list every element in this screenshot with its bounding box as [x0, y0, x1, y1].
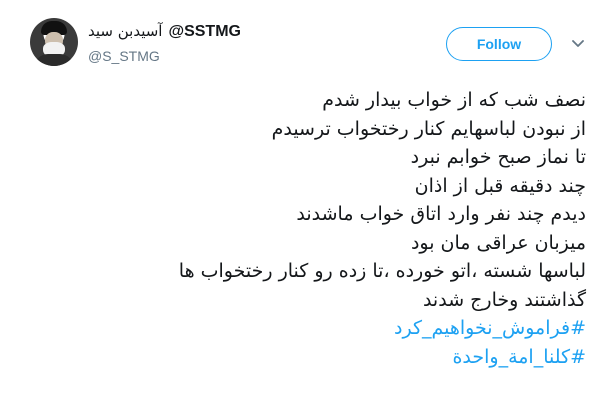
author-display-name[interactable]: آسیدبن سید [88, 22, 162, 40]
avatar[interactable] [30, 18, 78, 66]
follow-button[interactable]: Follow [446, 27, 552, 61]
tweet-line: گذاشتند وخارج شدند [422, 288, 586, 311]
author-name-row[interactable]: آسیدبن سید @SSTMG [88, 22, 388, 46]
tweet-text: نصف شب که از خواب بیدار شدم از نبودن لبا… [26, 86, 586, 371]
author-info[interactable]: آسیدبن سید @SSTMG @S_STMG [88, 22, 388, 64]
tweet-line: میزبان عراقی مان بود [410, 231, 586, 254]
tweet-line: از نبودن لباسهایم کنار رختخواب ترسیدم [271, 117, 586, 140]
tweet-header: آسیدبن سید @SSTMG @S_STMG Follow [0, 0, 615, 80]
avatar-robe [34, 54, 74, 66]
tweet-line: چند دقیقه قبل از اذان [414, 174, 586, 197]
tweet-line: نصف شب که از خواب بیدار شدم [322, 89, 586, 111]
chevron-down-icon[interactable] [570, 36, 586, 52]
tweet-line: تا نماز صبح خوابم نبرد [410, 146, 586, 168]
hashtag-link[interactable]: #فراموش_نخواهیم_کرد [26, 314, 586, 343]
tweet-line: لباسها شسته ،اتو خورده ،تا زده رو کنار ر… [178, 260, 586, 282]
author-username[interactable]: @SSTMG [168, 23, 241, 41]
tweet-line: دیدم چند نفر وارد اتاق خواب ماشدند [296, 203, 586, 225]
hashtag-link[interactable]: #كلنا_امة_واحدة [26, 343, 586, 372]
author-handle[interactable]: @S_STMG [88, 48, 388, 64]
